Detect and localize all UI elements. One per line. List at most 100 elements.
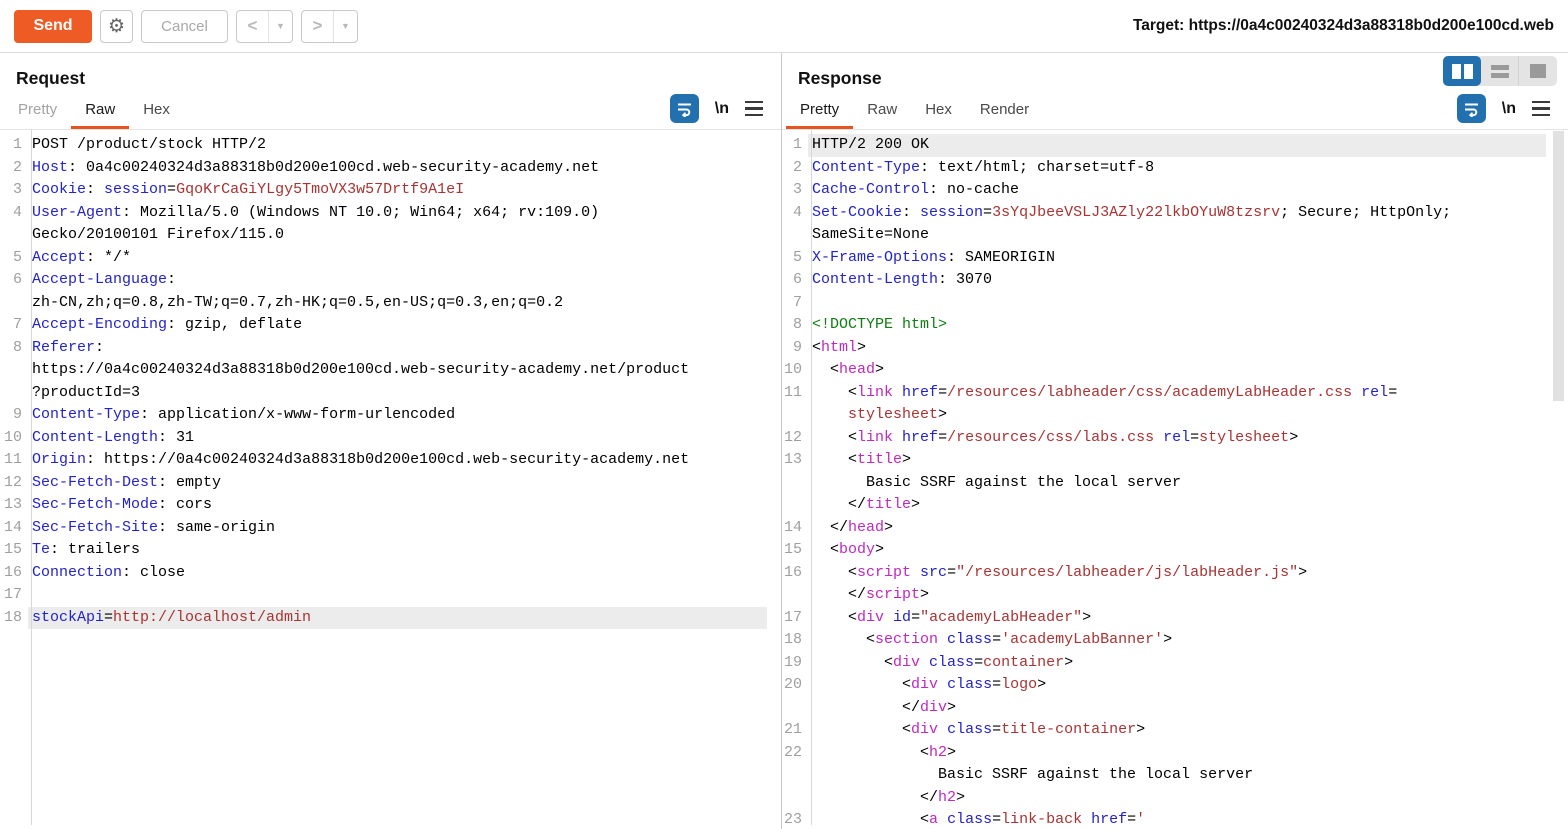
code-text: <link href=/resources/css/labs.css rel=s… (808, 427, 1546, 450)
tab-request-raw[interactable]: Raw (71, 92, 129, 129)
code-text: <div class=logo> (808, 674, 1546, 697)
line-number: 13 (782, 449, 808, 472)
code-line: https://0a4c00240324d3a88318b0d200e100cd… (0, 359, 781, 382)
editor-menu-button[interactable] (745, 101, 763, 117)
history-back-dropdown[interactable]: ▼ (269, 11, 292, 42)
tab-response-pretty[interactable]: Pretty (786, 92, 853, 129)
code-line: Gecko/20100101 Firefox/115.0 (0, 224, 781, 247)
code-line: 6Content-Length: 3070 (782, 269, 1568, 292)
code-text: <html> (808, 337, 1546, 360)
send-button[interactable]: Send (14, 10, 92, 43)
line-number: 9 (0, 404, 28, 427)
line-number: 11 (0, 449, 28, 472)
code-text: <body> (808, 539, 1546, 562)
repeater-toolbar: Send ⚙ Cancel < ▼ > ▼ Target: https://0a… (0, 0, 1568, 53)
tab-response-hex[interactable]: Hex (911, 92, 966, 129)
editor-menu-button[interactable] (1532, 101, 1550, 117)
tab-request-hex[interactable]: Hex (129, 92, 184, 129)
tab-response-raw[interactable]: Raw (853, 92, 911, 129)
request-tabs: Pretty Raw Hex \n (0, 89, 781, 130)
code-text: <link href=/resources/labheader/css/acad… (808, 382, 1546, 405)
code-line: 17 <div id="academyLabHeader"> (782, 607, 1568, 630)
code-line: 6Accept-Language: (0, 269, 781, 292)
code-text: X-Frame-Options: SAMEORIGIN (808, 247, 1546, 270)
code-line: 23 <a class=link-back href=' (782, 809, 1568, 829)
code-line: 14Sec-Fetch-Site: same-origin (0, 517, 781, 540)
gutter-divider (811, 130, 812, 825)
line-number: 22 (782, 742, 808, 765)
line-number: 1 (0, 134, 28, 157)
line-number: 18 (0, 607, 28, 630)
code-line: 8Referer: (0, 337, 781, 360)
tab-request-pretty[interactable]: Pretty (4, 92, 71, 129)
code-text: <div class=title-container> (808, 719, 1546, 742)
code-text: <div class=container> (808, 652, 1546, 675)
hamburger-icon (745, 101, 763, 104)
history-back-button[interactable]: < (237, 11, 269, 42)
code-line: Basic SSRF against the local server (782, 472, 1568, 495)
chevron-left-icon: < (248, 16, 258, 36)
word-wrap-toggle[interactable] (670, 94, 699, 123)
layout-columns-button[interactable] (1443, 56, 1481, 86)
line-number: 4 (0, 202, 28, 225)
code-line: 7 (782, 292, 1568, 315)
code-text: Accept: */* (28, 247, 767, 270)
code-line: 3Cache-Control: no-cache (782, 179, 1568, 202)
code-text: SameSite=None (808, 224, 1546, 247)
line-number (782, 404, 808, 427)
code-text: <title> (808, 449, 1546, 472)
code-line: 17 (0, 584, 781, 607)
send-settings-gear-button[interactable]: ⚙ (100, 10, 133, 43)
code-line: ?productId=3 (0, 382, 781, 405)
code-text: Accept-Language: (28, 269, 767, 292)
history-forward-dropdown[interactable]: ▼ (334, 11, 357, 42)
code-text: Origin: https://0a4c00240324d3a88318b0d2… (28, 449, 767, 472)
show-newlines-toggle[interactable]: \n (715, 100, 729, 118)
code-line: 18stockApi=http://localhost/admin (0, 607, 781, 630)
code-text: stockApi=http://localhost/admin (28, 607, 767, 630)
layout-rows-button[interactable] (1481, 56, 1519, 86)
word-wrap-toggle[interactable] (1457, 94, 1486, 123)
cancel-button[interactable]: Cancel (141, 10, 228, 43)
line-number (782, 764, 808, 787)
layout-single-button[interactable] (1519, 56, 1557, 86)
code-line: 16 <script src="/resources/labheader/js/… (782, 562, 1568, 585)
code-line: 9Content-Type: application/x-www-form-ur… (0, 404, 781, 427)
line-number: 12 (782, 427, 808, 450)
chevron-down-icon: ▼ (276, 21, 285, 31)
code-line: 1HTTP/2 200 OK (782, 134, 1568, 157)
response-header: Response (782, 53, 1568, 89)
code-line: SameSite=None (782, 224, 1568, 247)
code-line: 20 <div class=logo> (782, 674, 1568, 697)
response-viewer[interactable]: 1HTTP/2 200 OK2Content-Type: text/html; … (782, 130, 1568, 829)
code-text: Cookie: session=GqoKrCaGiYLgy5TmoVX3w57D… (28, 179, 767, 202)
code-line: 22 <h2> (782, 742, 1568, 765)
line-number: 8 (0, 337, 28, 360)
line-number: 17 (0, 584, 28, 607)
code-text: <h2> (808, 742, 1546, 765)
line-number: 9 (782, 337, 808, 360)
line-number: 16 (782, 562, 808, 585)
response-tabs: Pretty Raw Hex Render \n (782, 89, 1568, 130)
tab-response-render[interactable]: Render (966, 92, 1043, 129)
response-scrollbar-thumb[interactable] (1553, 131, 1564, 401)
request-editor[interactable]: 1POST /product/stock HTTP/22Host: 0a4c00… (0, 130, 781, 829)
layout-toggle-group (1443, 56, 1557, 86)
code-text: </h2> (808, 787, 1546, 810)
gear-icon: ⚙ (108, 15, 125, 37)
line-number: 10 (782, 359, 808, 382)
line-number: 1 (782, 134, 808, 157)
line-number (782, 472, 808, 495)
target-url-label: Target: https://0a4c00240324d3a88318b0d2… (1133, 17, 1554, 35)
show-newlines-toggle[interactable]: \n (1502, 100, 1516, 118)
history-forward-button[interactable]: > (302, 11, 334, 42)
rows-layout-icon (1491, 65, 1509, 78)
line-number: 5 (782, 247, 808, 270)
line-number (782, 584, 808, 607)
code-text: <script src="/resources/labheader/js/lab… (808, 562, 1546, 585)
code-text: Sec-Fetch-Mode: cors (28, 494, 767, 517)
code-line: zh-CN,zh;q=0.8,zh-TW;q=0.7,zh-HK;q=0.5,e… (0, 292, 781, 315)
line-number: 3 (782, 179, 808, 202)
editor-split: Request Pretty Raw Hex \n (0, 53, 1568, 829)
code-text: <a class=link-back href=' (808, 809, 1546, 829)
